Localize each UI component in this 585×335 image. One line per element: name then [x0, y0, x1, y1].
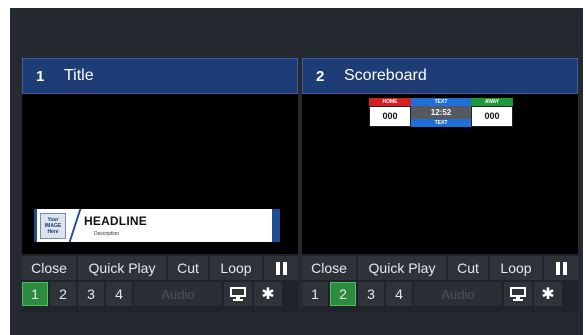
- home-score: 000: [369, 106, 411, 127]
- lower-third-divider: [68, 209, 82, 242]
- panel-number: 2: [316, 67, 325, 85]
- panel-number: 1: [36, 67, 45, 85]
- description-text: Description: [94, 231, 120, 237]
- graphic-panel-scoreboard: 2 Scoreboard HOME TEXT AWAY 000 12:52 TE…: [302, 58, 578, 312]
- headline-text: HEADLINE: [84, 214, 147, 228]
- app-frame: 1 Title Your IMAGE Here HEADLINE Descrip…: [10, 8, 583, 335]
- lower-third-right-accent: [272, 209, 280, 242]
- monitor-icon: [510, 287, 526, 301]
- logo-placeholder: Your IMAGE Here: [40, 212, 66, 239]
- pause-icon: [275, 261, 287, 275]
- gear-icon: ✱: [541, 284, 555, 303]
- audio-button[interactable]: Audio: [414, 282, 502, 306]
- panel-title: Scoreboard: [344, 67, 427, 84]
- close-button[interactable]: Close: [22, 256, 76, 280]
- away-score: 000: [471, 106, 513, 127]
- audio-button[interactable]: Audio: [134, 282, 222, 306]
- lower-third-graphic: Your IMAGE Here HEADLINE Description: [34, 209, 280, 242]
- top-text-label: TEXT: [411, 98, 471, 106]
- preview-window[interactable]: Your IMAGE Here HEADLINE Description: [22, 94, 298, 254]
- graphic-panel-title: 1 Title Your IMAGE Here HEADLINE Descrip…: [22, 58, 298, 312]
- scoreboard-graphic: HOME TEXT AWAY 000 12:52 TEXT 000: [369, 98, 513, 127]
- settings-button[interactable]: ✱: [534, 282, 562, 306]
- cut-button[interactable]: Cut: [448, 256, 488, 280]
- bottom-text-label: TEXT: [411, 119, 471, 127]
- away-label: AWAY: [471, 98, 513, 106]
- output-button[interactable]: [224, 282, 252, 306]
- lower-third-left-accent: [34, 209, 37, 242]
- lower-third-text: HEADLINE Description: [84, 214, 147, 237]
- pause-button[interactable]: [264, 256, 298, 280]
- playback-controls: Close Quick Play Cut Loop: [302, 256, 578, 280]
- monitor-icon: [230, 287, 246, 301]
- cut-button[interactable]: Cut: [168, 256, 208, 280]
- preview-window[interactable]: HOME TEXT AWAY 000 12:52 TEXT 000: [302, 94, 578, 254]
- output-button[interactable]: [504, 282, 532, 306]
- layer-3-button[interactable]: 3: [78, 282, 104, 306]
- panel-header[interactable]: 1 Title: [22, 58, 298, 94]
- gear-icon: ✱: [261, 284, 275, 303]
- layer-4-button[interactable]: 4: [106, 282, 132, 306]
- layer-1-button[interactable]: 1: [22, 282, 48, 306]
- pause-button[interactable]: [544, 256, 578, 280]
- layer-2-button[interactable]: 2: [330, 282, 356, 306]
- layer-controls: 1 2 3 4 Audio ✱: [22, 282, 298, 306]
- panel-title: Title: [64, 67, 94, 84]
- home-label: HOME: [369, 98, 411, 106]
- close-button[interactable]: Close: [302, 256, 356, 280]
- settings-button[interactable]: ✱: [254, 282, 282, 306]
- panel-header[interactable]: 2 Scoreboard: [302, 58, 578, 94]
- loop-button[interactable]: Loop: [210, 256, 262, 280]
- quick-play-button[interactable]: Quick Play: [358, 256, 446, 280]
- layer-1-button[interactable]: 1: [302, 282, 328, 306]
- quick-play-button[interactable]: Quick Play: [78, 256, 166, 280]
- loop-button[interactable]: Loop: [490, 256, 542, 280]
- layer-controls: 1 2 3 4 Audio ✱: [302, 282, 578, 306]
- layer-3-button[interactable]: 3: [358, 282, 384, 306]
- pause-icon: [555, 261, 567, 275]
- playback-controls: Close Quick Play Cut Loop: [22, 256, 298, 280]
- game-clock: 12:52: [411, 106, 471, 119]
- logo-line: Here: [47, 228, 59, 235]
- clock-text: 12:52: [430, 108, 452, 117]
- layer-2-button[interactable]: 2: [50, 282, 76, 306]
- layer-4-button[interactable]: 4: [386, 282, 412, 306]
